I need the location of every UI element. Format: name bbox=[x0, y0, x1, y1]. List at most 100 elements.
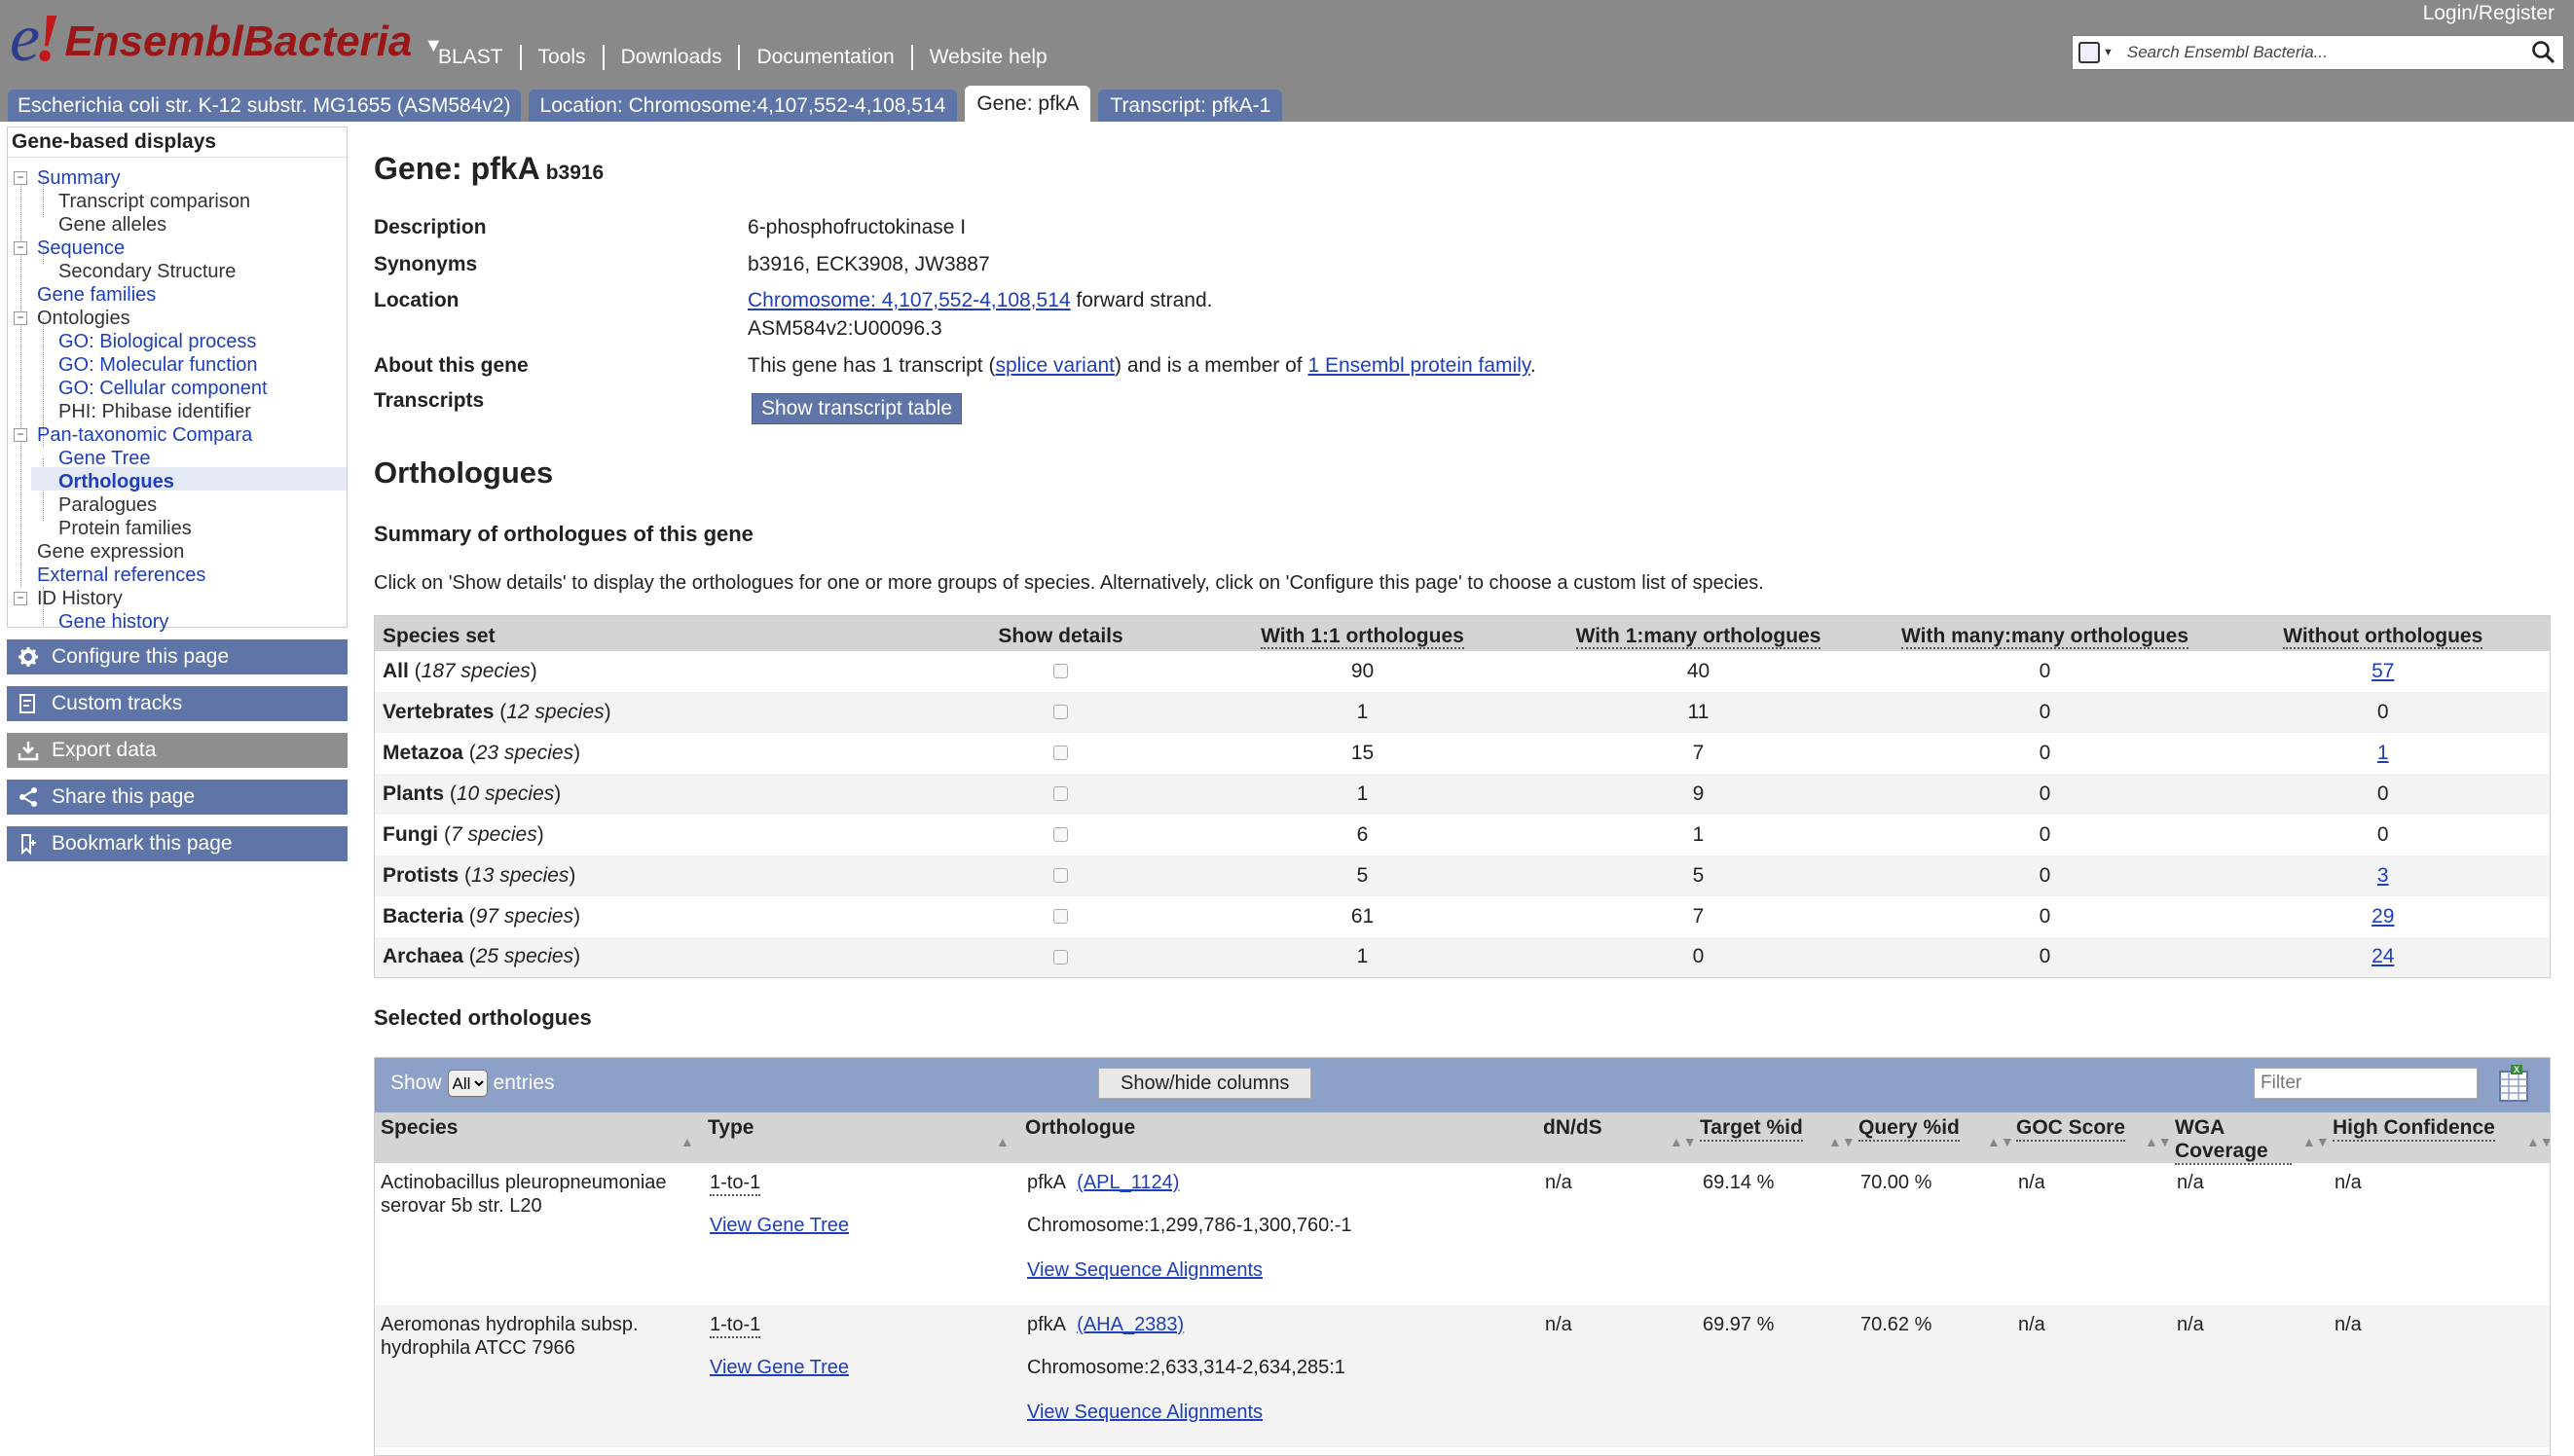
sidebar-item-external-references[interactable]: External references bbox=[37, 564, 205, 587]
species-count: 23 species bbox=[475, 741, 574, 764]
orthologue-id-link[interactable]: (APL_1124) bbox=[1077, 1172, 1179, 1193]
search-icon[interactable] bbox=[2524, 36, 2563, 69]
filter-input[interactable] bbox=[2254, 1068, 2478, 1099]
species-selector-icon[interactable] bbox=[2078, 42, 2100, 63]
sort-arrow-icon[interactable]: ▲▼ bbox=[1987, 1134, 2014, 1149]
sidebar-item-gene-expression[interactable]: Gene expression bbox=[37, 540, 184, 564]
configure-page-button[interactable]: Configure this page bbox=[7, 639, 348, 674]
collapse-toggle-icon[interactable]: − bbox=[14, 592, 27, 605]
label-description: Description bbox=[374, 216, 487, 238]
sidebar-item-paralogues[interactable]: Paralogues bbox=[58, 493, 157, 517]
nav-blast[interactable]: BLAST bbox=[438, 45, 520, 70]
species-set-name: Fungi bbox=[383, 822, 439, 846]
sort-arrow-icon[interactable]: ▲ bbox=[680, 1134, 694, 1149]
col-type[interactable]: Type bbox=[708, 1116, 754, 1140]
show-details-checkbox[interactable] bbox=[1053, 868, 1068, 884]
tracks-icon bbox=[17, 692, 40, 715]
without-orthologues-link[interactable]: 57 bbox=[2372, 660, 2394, 682]
search-input[interactable] bbox=[2124, 42, 2524, 63]
show-details-cell bbox=[920, 733, 1202, 774]
sort-arrow-icon[interactable]: ▲▼ bbox=[2302, 1134, 2330, 1149]
gene-title-text: Gene: pfkA bbox=[374, 151, 540, 186]
sort-arrow-icon[interactable]: ▲▼ bbox=[2526, 1134, 2550, 1149]
sidebar-item-orthologues[interactable]: Orthologues bbox=[58, 470, 174, 493]
col-orthologue[interactable]: Orthologue bbox=[1025, 1116, 1135, 1140]
collapse-toggle-icon[interactable]: − bbox=[14, 311, 27, 325]
col-target-id[interactable]: Target %id bbox=[1700, 1116, 1803, 1142]
entries-select[interactable]: All bbox=[447, 1070, 488, 1097]
show-transcript-table-button[interactable]: Show transcript table bbox=[752, 393, 963, 424]
sidebar-item-go-biological[interactable]: GO: Biological process bbox=[58, 330, 256, 353]
nav-documentation[interactable]: Documentation bbox=[738, 45, 910, 70]
view-gene-tree-link[interactable]: View Gene Tree bbox=[710, 1214, 849, 1237]
col-query-id[interactable]: Query %id bbox=[1858, 1116, 1960, 1142]
nav-downloads[interactable]: Downloads bbox=[602, 45, 739, 70]
show-details-checkbox[interactable] bbox=[1053, 746, 1068, 761]
collapse-toggle-icon[interactable]: − bbox=[14, 171, 27, 185]
sort-arrow-icon[interactable]: ▲▼ bbox=[1670, 1134, 1697, 1149]
show-details-checkbox[interactable] bbox=[1053, 664, 1068, 679]
ensembl-logo[interactable]: e ! EnsemblBacteria ▼ bbox=[10, 5, 443, 76]
col-species[interactable]: Species bbox=[381, 1116, 458, 1140]
col-wga-coverage[interactable]: WGA Coverage bbox=[2175, 1116, 2292, 1165]
login-register-link[interactable]: Login/Register bbox=[2423, 2, 2555, 25]
location-link[interactable]: Chromosome: 4,107,552-4,108,514 bbox=[748, 289, 1071, 311]
show-details-checkbox[interactable] bbox=[1053, 705, 1068, 720]
view-alignments-link[interactable]: View Sequence Alignments bbox=[1027, 1401, 1263, 1424]
custom-tracks-button[interactable]: Custom tracks bbox=[7, 686, 348, 721]
tab-transcript[interactable]: Transcript: pfkA-1 bbox=[1098, 90, 1283, 122]
without-orthologues-link[interactable]: 24 bbox=[2372, 945, 2394, 967]
view-gene-tree-link[interactable]: View Gene Tree bbox=[710, 1356, 849, 1379]
sidebar-item-gene-alleles[interactable]: Gene alleles bbox=[58, 213, 166, 237]
nav-website-help[interactable]: Website help bbox=[910, 45, 1064, 70]
show-details-checkbox[interactable] bbox=[1053, 827, 1068, 843]
orthologue-location: Chromosome:2,633,314-2,634,285:1 bbox=[1027, 1357, 1345, 1378]
sidebar-item-gene-tree[interactable]: Gene Tree bbox=[58, 447, 151, 470]
sidebar-item-protein-families[interactable]: Protein families bbox=[58, 517, 192, 540]
orthologue-id-link[interactable]: (AHA_2383) bbox=[1077, 1314, 1184, 1335]
nav-tools[interactable]: Tools bbox=[519, 45, 603, 70]
sidebar-item-gene-families[interactable]: Gene families bbox=[37, 283, 156, 307]
tab-species[interactable]: Escherichia coli str. K-12 substr. MG165… bbox=[8, 90, 521, 122]
col-high-confidence[interactable]: High Confidence bbox=[2333, 1116, 2495, 1142]
bookmark-page-button[interactable]: Bookmark this page bbox=[7, 826, 348, 861]
sidebar-item-phi-phibase[interactable]: PHI: Phibase identifier bbox=[58, 400, 251, 423]
show-details-checkbox[interactable] bbox=[1053, 950, 1068, 965]
splice-variant-link[interactable]: splice variant bbox=[995, 354, 1115, 377]
sidebar-item-sequence[interactable]: Sequence bbox=[37, 237, 125, 260]
sort-arrow-icon[interactable]: ▲▼ bbox=[1828, 1134, 1856, 1149]
tab-location[interactable]: Location: Chromosome:4,107,552-4,108,514 bbox=[528, 90, 958, 122]
without-orthologues-link[interactable]: 29 bbox=[2372, 905, 2394, 928]
sidebar-item-ontologies[interactable]: Ontologies bbox=[37, 307, 130, 330]
sort-arrow-icon[interactable]: ▲ bbox=[996, 1134, 1010, 1149]
page-title: Gene: pfkA b3916 bbox=[374, 151, 604, 187]
sort-arrow-icon[interactable]: ▲▼ bbox=[2145, 1134, 2172, 1149]
sidebar-item-pan-taxonomic[interactable]: Pan-taxonomic Compara bbox=[37, 423, 252, 447]
without-orthologues-link[interactable]: 1 bbox=[2377, 742, 2389, 764]
col-goc-score[interactable]: GOC Score bbox=[2016, 1116, 2126, 1142]
collapse-toggle-icon[interactable]: − bbox=[14, 428, 27, 442]
show-hide-columns-button[interactable]: Show/hide columns bbox=[1098, 1068, 1312, 1099]
without-orthologues-link[interactable]: 3 bbox=[2377, 864, 2389, 887]
species-set-name: Plants bbox=[383, 782, 445, 805]
sidebar-item-id-history[interactable]: ID History bbox=[37, 587, 123, 610]
collapse-toggle-icon[interactable]: − bbox=[14, 241, 27, 255]
sidebar-item-secondary-structure[interactable]: Secondary Structure bbox=[58, 260, 236, 283]
view-alignments-link[interactable]: View Sequence Alignments bbox=[1027, 1258, 1263, 1282]
export-data-button[interactable]: Export data bbox=[7, 733, 348, 768]
chevron-down-icon[interactable]: ▼ bbox=[2103, 47, 2114, 58]
sidebar-item-gene-history[interactable]: Gene history bbox=[58, 610, 168, 634]
sidebar-item-summary[interactable]: Summary bbox=[37, 166, 121, 190]
protein-family-link[interactable]: 1 Ensembl protein family bbox=[1307, 354, 1529, 377]
without-cell: 29 bbox=[2217, 896, 2551, 937]
sidebar-item-go-cellular[interactable]: GO: Cellular component bbox=[58, 377, 268, 400]
share-page-button[interactable]: Share this page bbox=[7, 780, 348, 815]
sidebar-item-transcript-comparison[interactable]: Transcript comparison bbox=[58, 190, 250, 213]
show-details-checkbox[interactable] bbox=[1053, 909, 1068, 925]
show-details-checkbox[interactable] bbox=[1053, 786, 1068, 802]
excel-export-icon[interactable]: X bbox=[2497, 1064, 2530, 1109]
col-dnds[interactable]: dN/dS bbox=[1543, 1116, 1602, 1140]
tab-gene[interactable]: Gene: pfkA bbox=[965, 86, 1091, 122]
sidebar-item-go-molecular[interactable]: GO: Molecular function bbox=[58, 353, 258, 377]
species-set-cell: Metazoa (23 species) bbox=[383, 741, 581, 764]
